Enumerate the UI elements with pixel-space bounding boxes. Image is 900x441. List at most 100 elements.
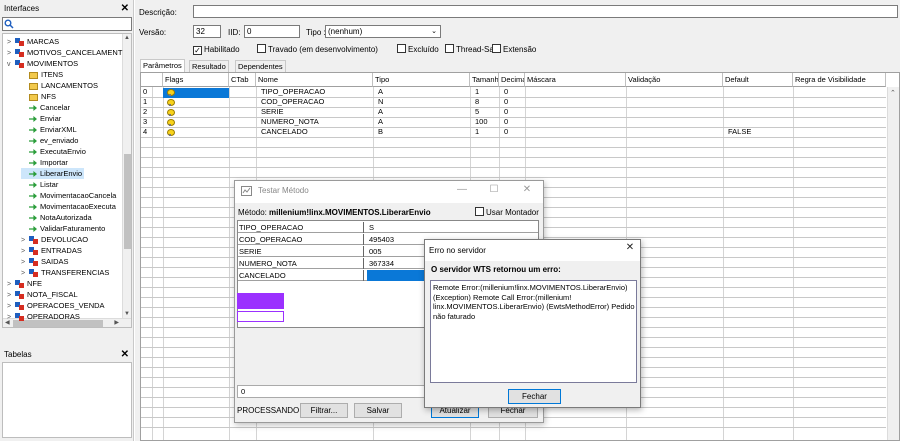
tree-item[interactable]: ev_enviado (21, 135, 78, 146)
param-size-cell[interactable]: 1 (473, 127, 479, 137)
erro-titlebar[interactable]: Erro no servidor ✕ (425, 240, 640, 261)
param-decimals-cell[interactable]: 0 (502, 107, 508, 117)
tree-item[interactable]: EnviarXML (21, 124, 77, 135)
row-index[interactable]: 2 (141, 107, 147, 117)
close-icon[interactable]: ✕ (623, 242, 637, 253)
column-header[interactable]: Tamanh (470, 73, 499, 87)
column-header[interactable]: Tipo (373, 73, 470, 87)
chevron-right-icon[interactable]: > (7, 312, 15, 323)
tabelas-close-icon[interactable]: ✕ (121, 348, 129, 362)
param-type-cell[interactable]: A (376, 87, 383, 97)
tabelas-list[interactable] (2, 362, 132, 438)
row-index[interactable]: 4 (141, 127, 147, 137)
tree-item[interactable]: > ENTRADAS (21, 245, 82, 256)
param-default-cell[interactable] (726, 97, 728, 107)
tree-item[interactable]: > MARCAS (7, 36, 59, 47)
param-name-cell[interactable]: CANCELADO (259, 127, 308, 137)
tree-item[interactable]: ITENS (21, 69, 63, 80)
erro-message-box[interactable]: Remote Error:(millenium!linx.MOVIMENTOS.… (430, 280, 637, 383)
param-default-cell[interactable] (726, 117, 728, 127)
column-header[interactable]: Flags (163, 73, 229, 87)
param-name-cell[interactable]: COD_OPERACAO (259, 97, 324, 107)
tree-item[interactable]: > DEVOLUCAO (21, 234, 88, 245)
param-row[interactable]: TIPO_OPERACAO S (238, 222, 538, 233)
tipo-select[interactable]: (nenhum) ⌄ (325, 25, 441, 38)
close-icon[interactable]: ✕ (520, 184, 534, 195)
row-index[interactable]: 0 (141, 87, 147, 97)
param-name-cell[interactable]: TIPO_OPERACAO (259, 87, 325, 97)
maximize-icon[interactable]: ☐ (487, 184, 501, 195)
erro-fechar-button[interactable]: Fechar (508, 389, 561, 404)
column-header[interactable]: Regra de Visibilidade (793, 73, 886, 87)
column-header[interactable]: CTab (229, 73, 256, 87)
tree-item[interactable]: LiberarEnvio (21, 168, 85, 179)
tree-vertical-scrollbar[interactable]: ▲ ▼ (122, 34, 131, 327)
tree-item[interactable]: Cancelar (21, 102, 70, 113)
tree-item[interactable]: > TRANSFERENCIAS (21, 267, 109, 278)
tree-item[interactable]: > NOTA_FISCAL (7, 289, 78, 300)
grid-vertical-scrollbar[interactable]: ⌃ (887, 87, 899, 440)
param-name-cell[interactable]: SERIE (259, 107, 284, 117)
tree-item[interactable]: MovimentacaoExecuta (21, 201, 116, 212)
tree-scroll-thumb[interactable] (124, 154, 131, 249)
versao-input[interactable]: 32 (193, 25, 221, 38)
checkbox-extensão[interactable]: Extensão (492, 44, 536, 56)
scroll-up-icon[interactable]: ▲ (124, 35, 130, 41)
param-decimals-cell[interactable]: 0 (502, 97, 508, 107)
param-decimals-cell[interactable]: 0 (502, 117, 508, 127)
row-index[interactable]: 3 (141, 117, 147, 127)
tree-item[interactable]: > NFE (7, 278, 42, 289)
interfaces-close-icon[interactable]: ✕ (121, 2, 129, 16)
tree-item[interactable]: LANCAMENTOS (21, 80, 98, 91)
tree-item[interactable]: > OPERACOES_VENDA (7, 300, 105, 311)
tree-item[interactable]: NFS (21, 91, 56, 102)
param-default-cell[interactable] (726, 87, 728, 97)
param-type-cell[interactable]: A (376, 117, 383, 127)
result-color-input[interactable] (237, 311, 284, 322)
param-name-cell[interactable]: NUMERO_NOTA (259, 117, 319, 127)
salvar-button[interactable]: Salvar (354, 403, 402, 418)
param-type-cell[interactable]: A (376, 107, 383, 117)
param-size-cell[interactable]: 1 (473, 87, 479, 97)
scroll-down-icon[interactable]: ▼ (124, 311, 130, 317)
param-size-cell[interactable]: 5 (473, 107, 479, 117)
testar-metodo-titlebar[interactable]: Testar Método — ☐ ✕ (235, 181, 543, 203)
param-default-cell[interactable]: FALSE (726, 127, 751, 137)
scroll-right-icon[interactable]: ▶ (114, 319, 119, 326)
usar-montador-checkbox[interactable]: Usar Montador (475, 207, 539, 219)
iid-input[interactable]: 0 (244, 25, 300, 38)
param-decimals-cell[interactable]: 0 (502, 87, 508, 97)
tab-0[interactable]: Parâmetros (140, 59, 185, 72)
descricao-input[interactable] (193, 5, 898, 18)
interfaces-tree[interactable]: ▲ ▼ ◀ ▶ > MARCAS > MOTIVOS_CANCELAMENT v MOVI… (2, 33, 132, 328)
param-default-cell[interactable] (726, 107, 728, 117)
column-header[interactable]: Máscara (525, 73, 626, 87)
checkbox-travado[interactable]: Travado (em desenvolvimento) (257, 44, 378, 56)
tab-1[interactable]: Resultado (189, 60, 229, 72)
column-header[interactable]: Validação (626, 73, 723, 87)
tree-item[interactable]: ExecutaEnvio (21, 146, 86, 157)
checkbox-habilitado[interactable]: ✓ Habilitado (193, 44, 240, 56)
row-index[interactable]: 1 (141, 97, 147, 107)
chevron-down-icon[interactable]: v (7, 59, 15, 70)
checkbox-excluído[interactable]: Excluído (397, 44, 439, 56)
column-header[interactable]: Decima (499, 73, 525, 87)
tree-item[interactable]: NotaAutorizada (21, 212, 92, 223)
chevron-up-icon[interactable]: ⌃ (890, 89, 896, 97)
tree-item[interactable]: v MOVIMENTOS (7, 58, 78, 69)
tree-item[interactable]: > MOTIVOS_CANCELAMENT (7, 47, 122, 58)
param-size-cell[interactable]: 100 (473, 117, 488, 127)
minimize-icon[interactable]: — (455, 184, 469, 195)
tree-item[interactable]: ValidarFaturamento (21, 223, 105, 234)
param-value-input[interactable]: S (367, 222, 539, 233)
tree-item[interactable]: MovimentacaoCancela (21, 190, 116, 201)
param-type-cell[interactable]: B (376, 127, 383, 137)
tree-item[interactable]: > OPERADORAS (7, 311, 80, 322)
tree-item[interactable]: Listar (21, 179, 58, 190)
interfaces-search-input[interactable] (2, 17, 132, 31)
param-decimals-cell[interactable]: 0 (502, 127, 508, 137)
column-header[interactable]: Nome (256, 73, 373, 87)
tree-item[interactable]: > SAIDAS (21, 256, 69, 267)
tree-item[interactable]: Importar (21, 157, 68, 168)
param-size-cell[interactable]: 8 (473, 97, 479, 107)
